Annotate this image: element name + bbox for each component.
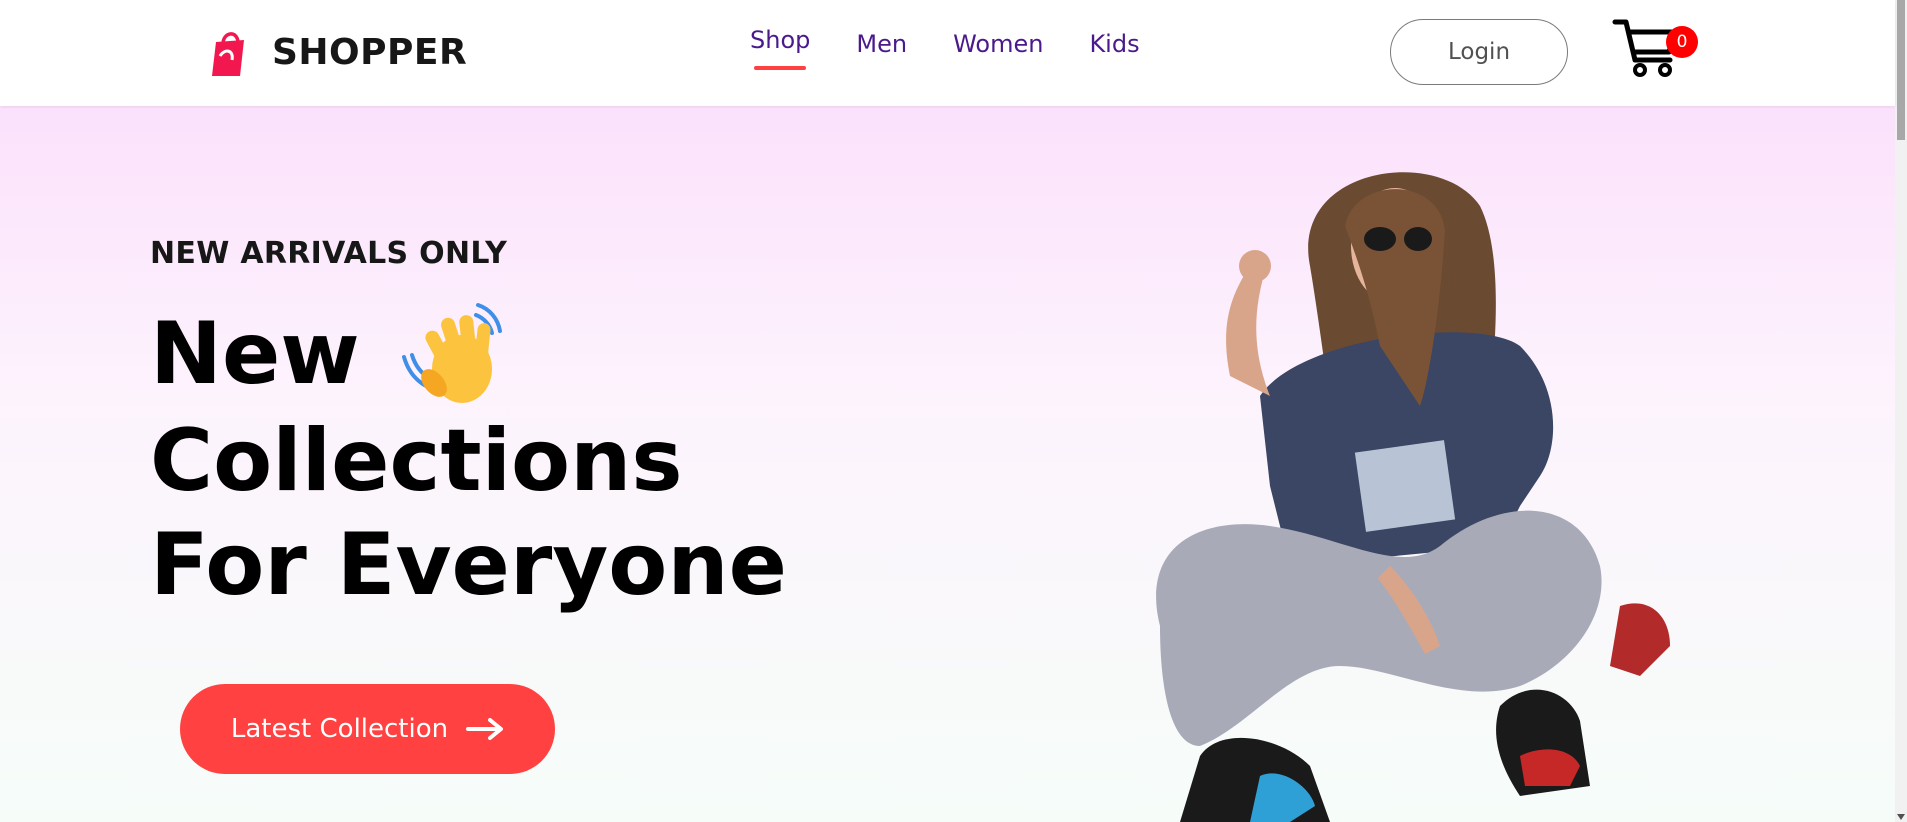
nav-item-label: Shop	[750, 26, 811, 54]
hero-text: NEW ARRIVALS ONLY New Collections For Ev…	[150, 236, 787, 617]
nav-item-label: Men	[856, 30, 908, 58]
nav-item-women[interactable]: Women	[953, 30, 1043, 58]
nav-item-men[interactable]: Men	[856, 30, 907, 58]
latest-collection-label: Latest Collection	[230, 714, 449, 744]
scroll-down-arrow-icon[interactable]	[1897, 814, 1905, 820]
cart-button[interactable]: 0	[1612, 16, 1698, 80]
active-nav-underline	[754, 66, 807, 70]
scrollbar-thumb[interactable]	[1897, 0, 1905, 140]
latest-collection-button[interactable]: Latest Collection	[180, 684, 555, 774]
nav-item-label: Women	[953, 30, 1044, 58]
login-button[interactable]: Login	[1390, 19, 1568, 85]
nav-item-kids[interactable]: Kids	[1089, 30, 1139, 58]
logo[interactable]: SHOPPER	[210, 26, 467, 78]
brand-name: SHOPPER	[272, 31, 468, 73]
hero-title-text: New	[150, 304, 360, 404]
hero-title-line-3: For Everyone	[150, 515, 787, 615]
nav-item-shop[interactable]: Shop	[750, 26, 811, 70]
scrollbar[interactable]	[1895, 0, 1907, 822]
hero-banner: NEW ARRIVALS ONLY New Collections For Ev…	[0, 106, 1895, 822]
hero-title: New Collections For Everyone	[150, 299, 787, 617]
main-nav: Shop Men Women Kids	[750, 26, 1140, 70]
arrow-right-icon	[466, 718, 504, 740]
shopping-bag-icon	[212, 32, 244, 76]
navbar: SHOPPER Shop Men Women Kids Login 0	[0, 0, 1895, 106]
hero-model-image	[1156, 172, 1670, 822]
hero-title-line-1: New	[150, 299, 787, 409]
hero-title-line-2: Collections	[150, 411, 683, 511]
cart-count-badge: 0	[1666, 26, 1698, 58]
waving-hand-icon	[401, 303, 502, 403]
nav-item-label: Kids	[1089, 30, 1140, 58]
hero-eyebrow: NEW ARRIVALS ONLY	[150, 236, 508, 271]
